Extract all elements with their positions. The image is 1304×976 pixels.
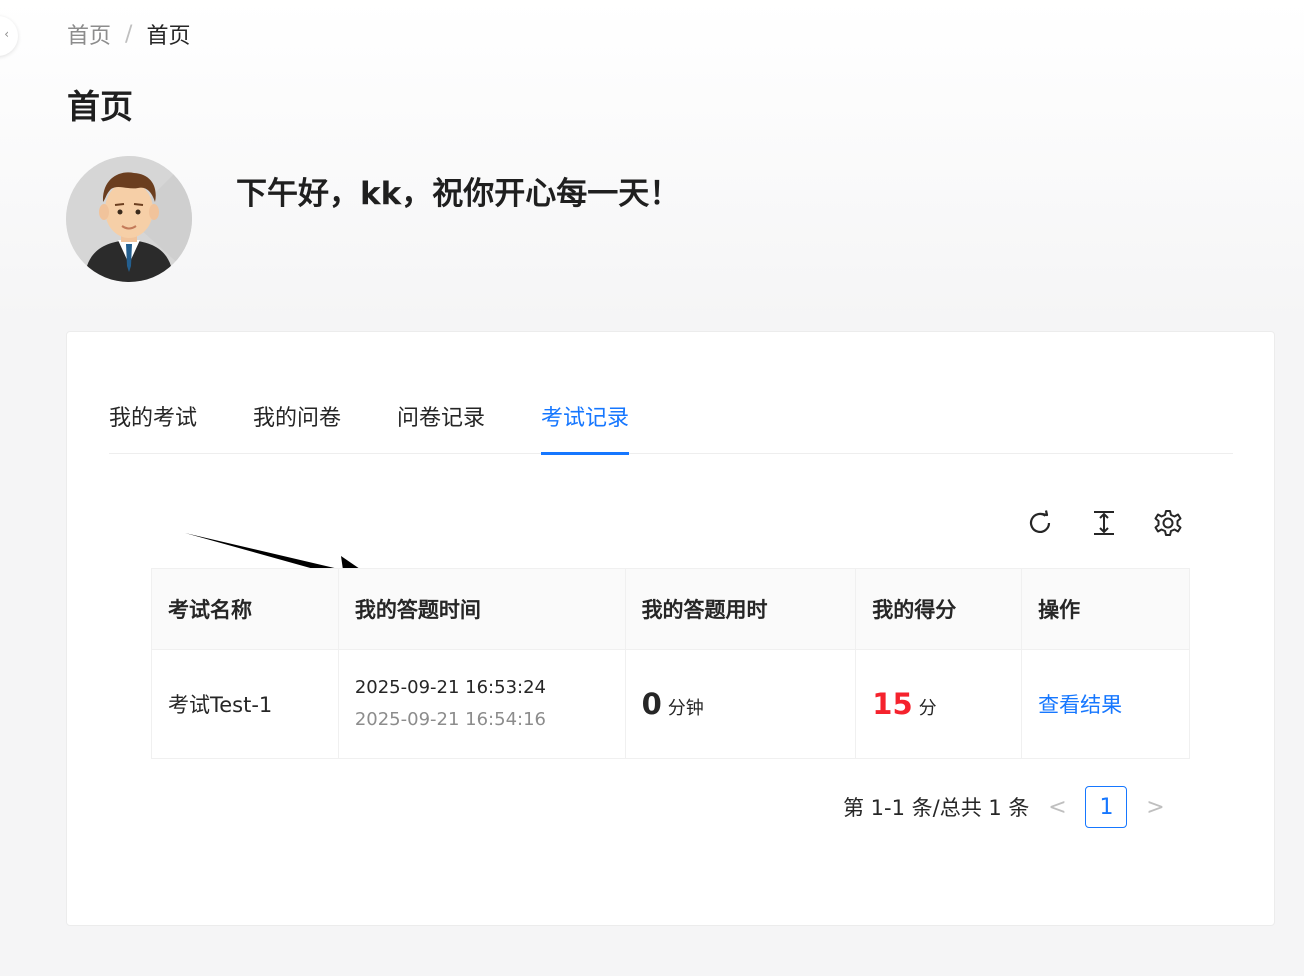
sidebar-collapse-button[interactable]: ‹ [0, 16, 18, 56]
header-exam-name: 考试名称 [151, 568, 339, 650]
pagination-summary: 第 1-1 条/总共 1 条 [843, 796, 1030, 820]
table-header-row: 考试名称 我的答题时间 我的答题用时 我的得分 操作 [151, 568, 1190, 650]
cell-duration: 0 分钟 [624, 649, 857, 759]
reload-icon[interactable] [1025, 508, 1055, 538]
greeting-text: 下午好，kk，祝你开心每一天！ [236, 176, 681, 212]
breadcrumb-separator: / [125, 21, 133, 47]
header-answer-time: 我的答题时间 [337, 568, 626, 650]
tab-bar: 我的考试 我的问卷 问卷记录 考试记录 [109, 384, 1233, 455]
breadcrumb-home-link[interactable]: 首页 [67, 18, 111, 50]
column-height-icon[interactable] [1089, 508, 1119, 538]
duration-value: 0 [641, 687, 662, 721]
cell-actions: 查看结果 [1021, 649, 1190, 759]
score-value: 15 [872, 687, 913, 721]
page-number-1[interactable]: 1 [1085, 786, 1128, 828]
page-title: 首页 [67, 87, 133, 126]
next-page-button[interactable]: > [1143, 795, 1167, 820]
avatar [66, 156, 192, 282]
cell-answer-time: 2025-09-21 16:53:24 2025-09-21 16:54:16 [337, 649, 626, 759]
tab-my-surveys[interactable]: 我的问卷 [253, 384, 341, 454]
header-duration: 我的答题用时 [624, 568, 857, 650]
start-time: 2025-09-21 16:53:24 [354, 677, 546, 698]
breadcrumb-current: 首页 [146, 24, 191, 49]
table-row: 考试Test-1 2025-09-21 16:53:24 2025-09-21 … [151, 649, 1190, 759]
cell-exam-name: 考试Test-1 [151, 649, 339, 759]
view-result-link[interactable]: 查看结果 [1038, 693, 1122, 717]
chevron-left-icon: ‹ [4, 27, 9, 41]
breadcrumb: 首页 / 首页 [67, 18, 190, 50]
setting-icon[interactable] [1153, 508, 1183, 538]
tab-exam-records[interactable]: 考试记录 [541, 384, 630, 455]
header-actions: 操作 [1021, 568, 1190, 650]
exam-records-table: 考试名称 我的答题时间 我的答题用时 我的得分 操作 考试Test-1 2025… [151, 568, 1190, 759]
tab-my-exams[interactable]: 我的考试 [109, 384, 197, 454]
prev-page-button[interactable]: < [1045, 795, 1069, 820]
score-unit: 分 [918, 698, 937, 719]
pagination: 第 1-1 条/总共 1 条 < 1 > [843, 786, 1167, 828]
tab-survey-records[interactable]: 问卷记录 [397, 384, 485, 454]
cell-score: 15 分 [855, 649, 1023, 759]
table-toolbar [1025, 508, 1183, 538]
records-card: 我的考试 我的问卷 问卷记录 考试记录 考试名称 我的答题时间 我的答题用时 我… [66, 331, 1275, 926]
header-score: 我的得分 [855, 568, 1023, 650]
end-time: 2025-09-21 16:54:16 [354, 709, 546, 730]
duration-unit: 分钟 [667, 698, 704, 719]
